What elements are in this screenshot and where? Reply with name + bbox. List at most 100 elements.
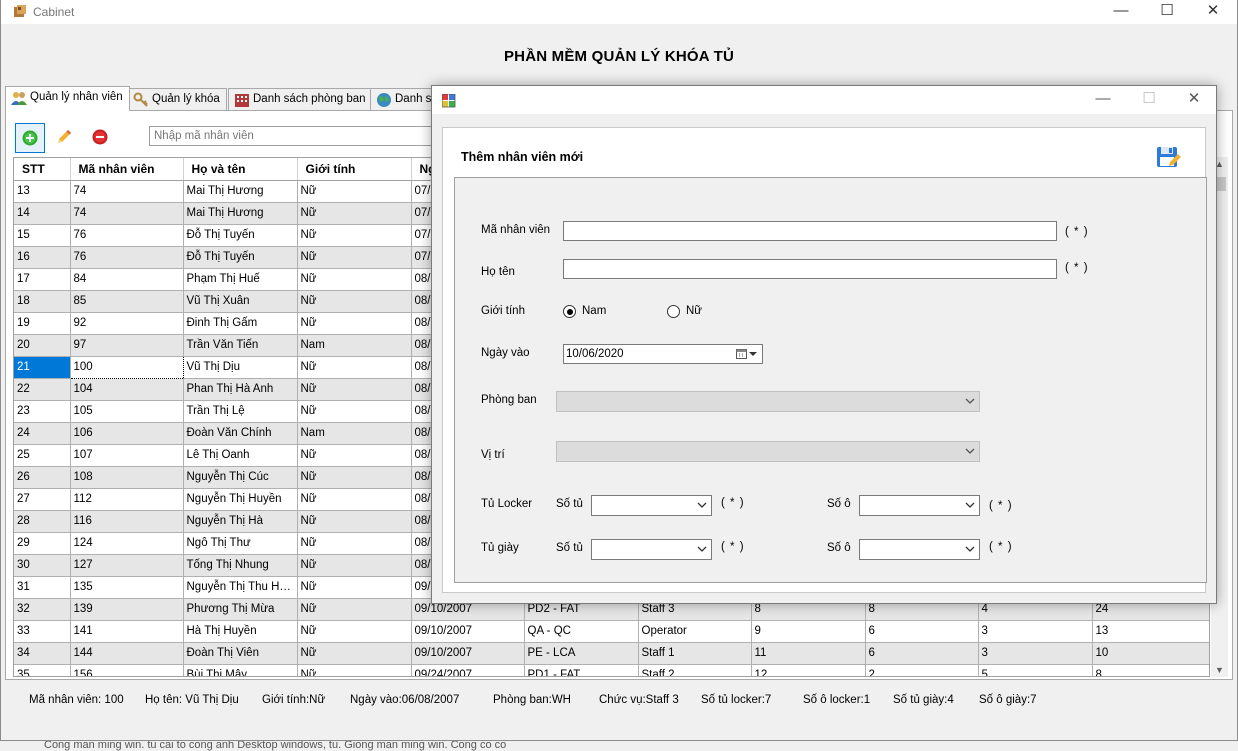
table-cell[interactable]: 20 <box>14 334 71 357</box>
table-cell[interactable]: 141 <box>70 620 184 643</box>
table-cell[interactable]: 127 <box>70 554 184 577</box>
table-cell[interactable]: Staff 2 <box>638 664 752 676</box>
table-row[interactable]: 34 144 Đoàn Thị Viên Nữ 09/10/2007 PE - LCA St… <box>14 642 1209 665</box>
table-cell[interactable]: 74 <box>70 180 184 203</box>
table-cell[interactable]: 17 <box>14 268 71 291</box>
table-cell[interactable]: Nữ <box>297 268 412 291</box>
gender-nu-radio[interactable] <box>667 305 680 318</box>
close-button[interactable]: ✕ <box>1190 0 1236 24</box>
tab-quan-ly-khoa[interactable]: Quản lý khóa <box>127 88 227 110</box>
table-cell[interactable]: Vũ Thị Dịu <box>183 356 298 379</box>
table-cell[interactable]: Nữ <box>297 642 412 665</box>
table-cell[interactable]: 144 <box>70 642 184 665</box>
table-cell[interactable]: 32 <box>14 598 71 621</box>
tab-quan-ly-nhan-vien[interactable]: Quản lý nhân viên <box>5 86 130 111</box>
table-cell[interactable]: Nữ <box>297 444 412 467</box>
table-cell[interactable]: 156 <box>70 664 184 676</box>
table-row[interactable]: 33 141 Hà Thị Huyền Nữ 09/10/2007 QA - QC Oper… <box>14 620 1209 643</box>
table-cell[interactable]: Nữ <box>297 378 412 401</box>
delete-icon[interactable] <box>92 129 108 145</box>
table-cell[interactable]: 108 <box>70 466 184 489</box>
gender-nam-radio[interactable] <box>563 305 576 318</box>
table-cell[interactable]: PE - LCA <box>524 642 639 665</box>
table-row[interactable]: 35 156 Bùi Thị Mây Nữ 09/24/2007 PD1 - FAT Sta… <box>14 664 1209 676</box>
table-cell[interactable]: Nữ <box>297 576 412 599</box>
table-cell[interactable]: Nữ <box>297 400 412 423</box>
table-cell[interactable]: Nguyễn Thị Thu Hư... <box>183 576 298 599</box>
table-cell[interactable]: Nữ <box>297 202 412 225</box>
calendar-dropdown-icon[interactable] <box>736 348 758 360</box>
table-cell[interactable]: Ngô Thị Thư <box>183 532 298 555</box>
table-cell[interactable]: 29 <box>14 532 71 555</box>
ho-ten-input[interactable] <box>563 259 1057 279</box>
table-cell[interactable]: PD1 - FAT <box>524 664 639 676</box>
table-cell[interactable]: Phương Thị Mừa <box>183 598 298 621</box>
table-cell[interactable]: 3 <box>978 620 1093 643</box>
giay-so-tu-select[interactable] <box>591 539 712 560</box>
table-cell[interactable]: Mai Thị Hương <box>183 180 298 203</box>
column-header[interactable]: Giới tính <box>297 158 412 181</box>
table-cell[interactable]: 13 <box>14 180 71 203</box>
table-cell[interactable]: 84 <box>70 268 184 291</box>
table-cell[interactable]: 76 <box>70 246 184 269</box>
pencil-icon[interactable] <box>55 128 73 146</box>
table-cell[interactable]: 23 <box>14 400 71 423</box>
table-cell[interactable]: Nam <box>297 422 412 445</box>
table-cell[interactable]: 11 <box>751 642 866 665</box>
table-cell[interactable]: 14 <box>14 202 71 225</box>
table-cell[interactable]: Trần Văn Tiến <box>183 334 298 357</box>
table-cell[interactable]: Đoàn Văn Chính <box>183 422 298 445</box>
table-cell[interactable]: Nữ <box>297 224 412 247</box>
table-cell[interactable]: Bùi Thị Mây <box>183 664 298 676</box>
table-cell[interactable]: 112 <box>70 488 184 511</box>
table-cell[interactable]: 09/10/2007 <box>411 620 525 643</box>
table-cell[interactable]: Nữ <box>297 664 412 676</box>
table-cell[interactable]: 30 <box>14 554 71 577</box>
table-cell[interactable]: 33 <box>14 620 71 643</box>
table-cell[interactable]: 124 <box>70 532 184 555</box>
table-cell[interactable]: 3 <box>978 642 1093 665</box>
table-cell[interactable]: QA - QC <box>524 620 639 643</box>
dialog-close-button[interactable]: ✕ <box>1171 88 1217 112</box>
table-cell[interactable]: Nữ <box>297 246 412 269</box>
table-cell[interactable]: 139 <box>70 598 184 621</box>
table-cell[interactable]: Nguyễn Thị Huyền <box>183 488 298 511</box>
table-cell[interactable]: 6 <box>865 642 979 665</box>
table-cell[interactable]: 6 <box>865 620 979 643</box>
table-cell[interactable]: Nữ <box>297 356 412 379</box>
table-cell[interactable]: Nữ <box>297 532 412 555</box>
table-cell[interactable]: Nữ <box>297 466 412 489</box>
scroll-down-arrow-icon[interactable]: ▼ <box>1215 665 1224 675</box>
table-cell[interactable]: 35 <box>14 664 71 676</box>
save-icon[interactable] <box>1155 144 1181 170</box>
table-cell[interactable]: Đoàn Thị Viên <box>183 642 298 665</box>
table-cell[interactable]: Nguyễn Thị Cúc <box>183 466 298 489</box>
table-cell[interactable]: Nam <box>297 334 412 357</box>
locker-so-tu-select[interactable] <box>591 495 712 516</box>
table-cell[interactable]: 10 <box>1092 642 1209 665</box>
gender-nu-label[interactable]: Nữ <box>686 305 702 317</box>
table-cell[interactable]: 26 <box>14 466 71 489</box>
table-cell[interactable]: 09/10/2007 <box>411 642 525 665</box>
table-cell[interactable]: Phạm Thị Huế <box>183 268 298 291</box>
table-cell[interactable]: 107 <box>70 444 184 467</box>
table-cell[interactable]: 76 <box>70 224 184 247</box>
ngay-vao-date-picker[interactable]: 10/06/2020 <box>563 344 763 364</box>
ma-nhan-vien-input[interactable] <box>563 221 1057 241</box>
add-button[interactable] <box>15 123 45 153</box>
table-cell[interactable]: 8 <box>1092 664 1209 676</box>
table-cell[interactable]: 105 <box>70 400 184 423</box>
maximize-button[interactable]: ☐ <box>1144 0 1190 24</box>
table-cell[interactable]: Đinh Thị Gấm <box>183 312 298 335</box>
table-cell[interactable]: Hà Thị Huyền <box>183 620 298 643</box>
table-cell[interactable]: Trần Thị Lệ <box>183 400 298 423</box>
table-cell[interactable]: Nữ <box>297 488 412 511</box>
table-cell[interactable]: 100 <box>69 355 184 379</box>
column-header[interactable]: Mã nhân viên <box>70 158 184 181</box>
table-cell[interactable]: Nữ <box>297 510 412 533</box>
giay-so-o-select[interactable] <box>859 539 980 560</box>
table-cell[interactable]: Đỗ Thị Tuyến <box>183 224 298 247</box>
table-cell[interactable]: 12 <box>751 664 866 676</box>
table-cell[interactable]: 24 <box>14 422 71 445</box>
table-cell[interactable]: Operator <box>638 620 752 643</box>
